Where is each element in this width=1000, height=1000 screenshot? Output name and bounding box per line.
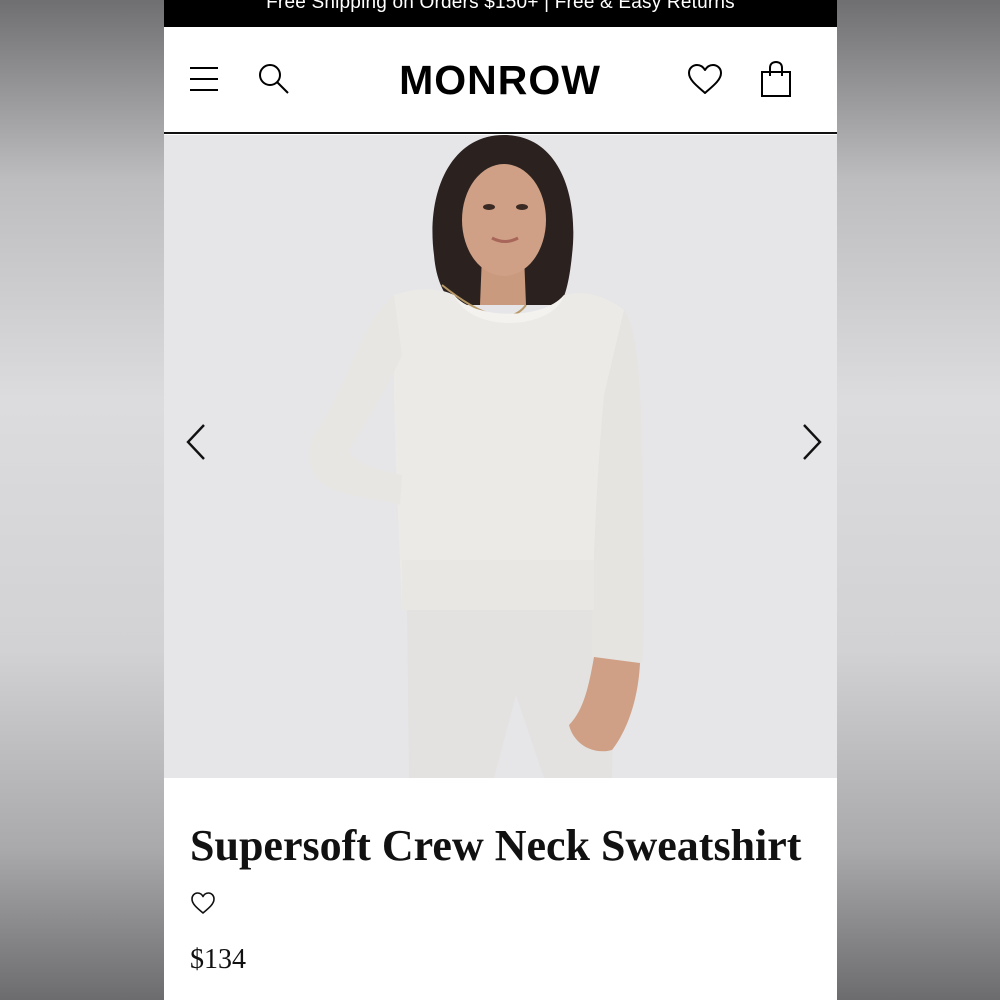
next-image-button[interactable] <box>792 422 832 462</box>
chevron-right-icon <box>803 424 822 460</box>
app-screen: Free Shipping on Orders $150+ | Free & E… <box>164 0 837 1000</box>
promo-banner[interactable]: Free Shipping on Orders $150+ | Free & E… <box>164 0 837 27</box>
wishlist-button[interactable] <box>686 61 724 97</box>
heart-outline-icon <box>191 892 215 914</box>
promo-text: Free Shipping on Orders $150+ | Free & E… <box>266 0 735 13</box>
product-photo <box>164 135 837 778</box>
add-to-favorites-button[interactable] <box>188 888 218 918</box>
previous-image-button[interactable] <box>176 422 216 462</box>
product-image-gallery[interactable] <box>164 135 837 778</box>
search-icon <box>259 64 289 94</box>
search-button[interactable] <box>256 61 292 97</box>
product-price: $134 <box>190 944 246 975</box>
menu-icon <box>190 67 218 91</box>
product-title: Supersoft Crew Neck Sweatshirt <box>190 821 802 870</box>
menu-button[interactable] <box>186 61 222 97</box>
chevron-left-icon <box>186 424 205 460</box>
product-info: Supersoft Crew Neck Sweatshirt $134 <box>164 778 837 1000</box>
heart-icon <box>688 64 722 94</box>
cart-button[interactable] <box>758 59 794 99</box>
site-header: MONROW <box>164 27 837 134</box>
brand-logo[interactable]: MONROW <box>364 57 636 103</box>
shopping-bag-icon <box>761 60 791 97</box>
